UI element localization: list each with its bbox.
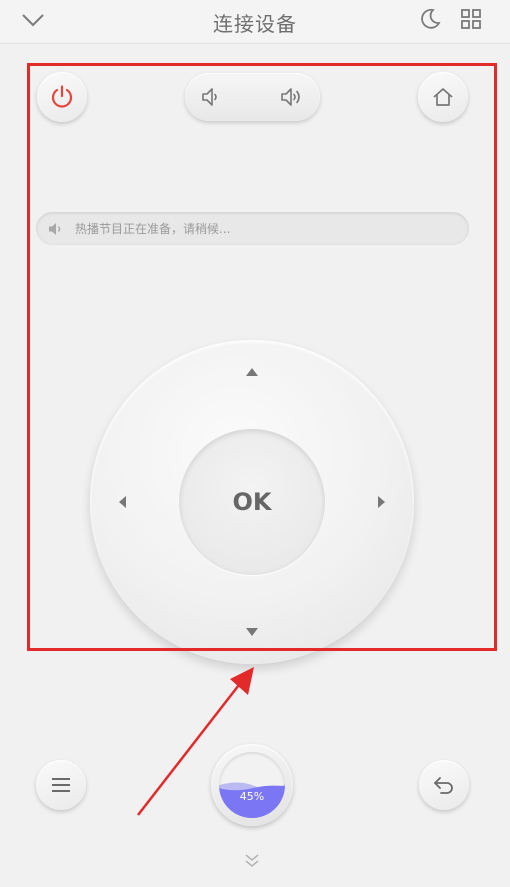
volume-up-icon[interactable] [279, 85, 305, 109]
volume-control [185, 73, 320, 121]
home-icon [433, 88, 453, 106]
notice-text: 热播节目正在准备，请稍候... [75, 222, 231, 236]
dpad-right-button[interactable] [374, 494, 390, 510]
power-icon [51, 85, 73, 108]
speaker-icon [49, 222, 61, 235]
dpad-up-button[interactable] [244, 364, 260, 380]
menu-button[interactable] [36, 760, 86, 810]
dpad-down-button[interactable] [244, 624, 260, 640]
power-button[interactable] [37, 72, 87, 122]
notice-bar: 热播节目正在准备，请稍候... [36, 212, 469, 245]
triangle-left-icon [119, 496, 126, 508]
ok-button[interactable]: OK [179, 429, 325, 575]
triangle-up-icon [246, 368, 258, 376]
double-chevron-down-icon[interactable] [242, 852, 262, 870]
dpad-left-button[interactable] [114, 494, 130, 510]
top-bar: 连接设备 [0, 0, 510, 44]
menu-icon [52, 778, 70, 792]
pointer-arrow-icon [137, 667, 254, 816]
grid-icon[interactable] [460, 8, 482, 30]
direction-pad: OK [90, 340, 414, 664]
triangle-down-icon [246, 628, 258, 636]
triangle-right-icon [378, 496, 385, 508]
home-button[interactable] [418, 72, 468, 122]
back-button[interactable] [419, 760, 469, 810]
back-icon [434, 777, 453, 794]
moon-icon[interactable] [418, 7, 442, 31]
volume-down-icon[interactable] [199, 85, 223, 109]
